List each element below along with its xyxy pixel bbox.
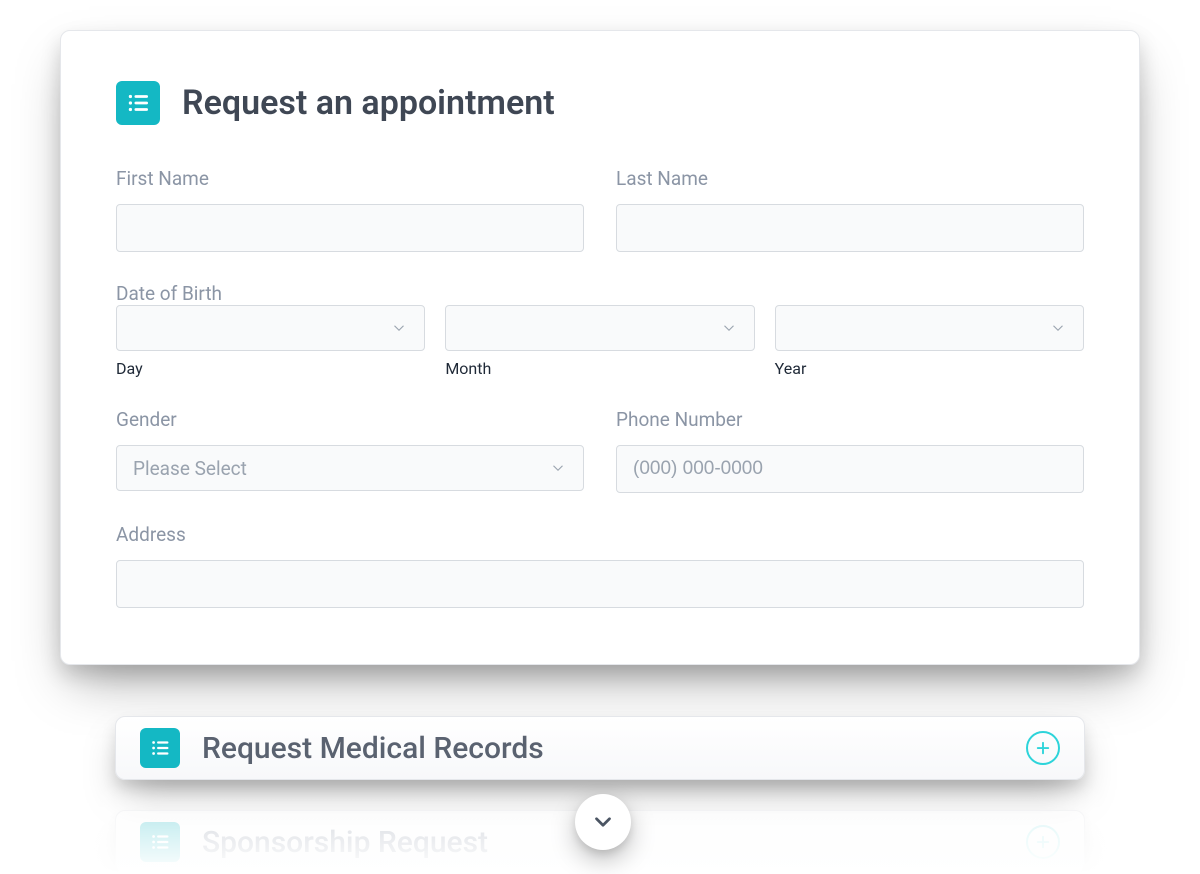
address-col: Address	[116, 523, 1084, 608]
chevron-down-icon	[1049, 319, 1067, 337]
dob-label: Date of Birth	[116, 282, 222, 305]
last-name-label: Last Name	[616, 167, 1084, 190]
dob-year-col: Year	[775, 305, 1084, 378]
dob-month-sublabel: Month	[445, 359, 754, 378]
dob-year-select[interactable]	[775, 305, 1084, 351]
dob-group: Date of Birth Day Month	[116, 282, 1084, 378]
accordion-title: Sponsorship Request	[202, 825, 488, 860]
phone-label: Phone Number	[616, 408, 1084, 431]
card-header: Request an appointment	[116, 81, 1084, 125]
plus-icon	[1026, 825, 1060, 859]
name-row: First Name Last Name	[116, 167, 1084, 252]
expand-button[interactable]	[575, 794, 631, 850]
address-input[interactable]	[116, 560, 1084, 608]
list-icon	[140, 822, 180, 862]
gender-phone-row: Gender Please Select Phone Number	[116, 408, 1084, 493]
phone-input[interactable]	[616, 445, 1084, 493]
address-label: Address	[116, 523, 1084, 546]
gender-col: Gender Please Select	[116, 408, 584, 493]
dob-year-sublabel: Year	[775, 359, 1084, 378]
dob-day-col: Day	[116, 305, 425, 378]
form-title: Request an appointment	[182, 83, 555, 123]
gender-label: Gender	[116, 408, 584, 431]
list-icon	[140, 728, 180, 768]
gender-placeholder: Please Select	[133, 457, 247, 480]
plus-icon	[1026, 731, 1060, 765]
accordion-title: Request Medical Records	[202, 731, 544, 766]
appointment-form-card: Request an appointment First Name Last N…	[60, 30, 1140, 665]
first-name-col: First Name	[116, 167, 584, 252]
accordion-medical-records[interactable]: Request Medical Records	[115, 716, 1085, 780]
phone-col: Phone Number	[616, 408, 1084, 493]
gender-select[interactable]: Please Select	[116, 445, 584, 491]
chevron-down-icon	[720, 319, 738, 337]
last-name-col: Last Name	[616, 167, 1084, 252]
chevron-down-icon	[390, 319, 408, 337]
dob-day-sublabel: Day	[116, 359, 425, 378]
dob-month-select[interactable]	[445, 305, 754, 351]
chevron-down-icon	[549, 459, 567, 477]
dob-month-col: Month	[445, 305, 754, 378]
list-icon	[116, 81, 160, 125]
first-name-label: First Name	[116, 167, 584, 190]
last-name-input[interactable]	[616, 204, 1084, 252]
dob-day-select[interactable]	[116, 305, 425, 351]
first-name-input[interactable]	[116, 204, 584, 252]
